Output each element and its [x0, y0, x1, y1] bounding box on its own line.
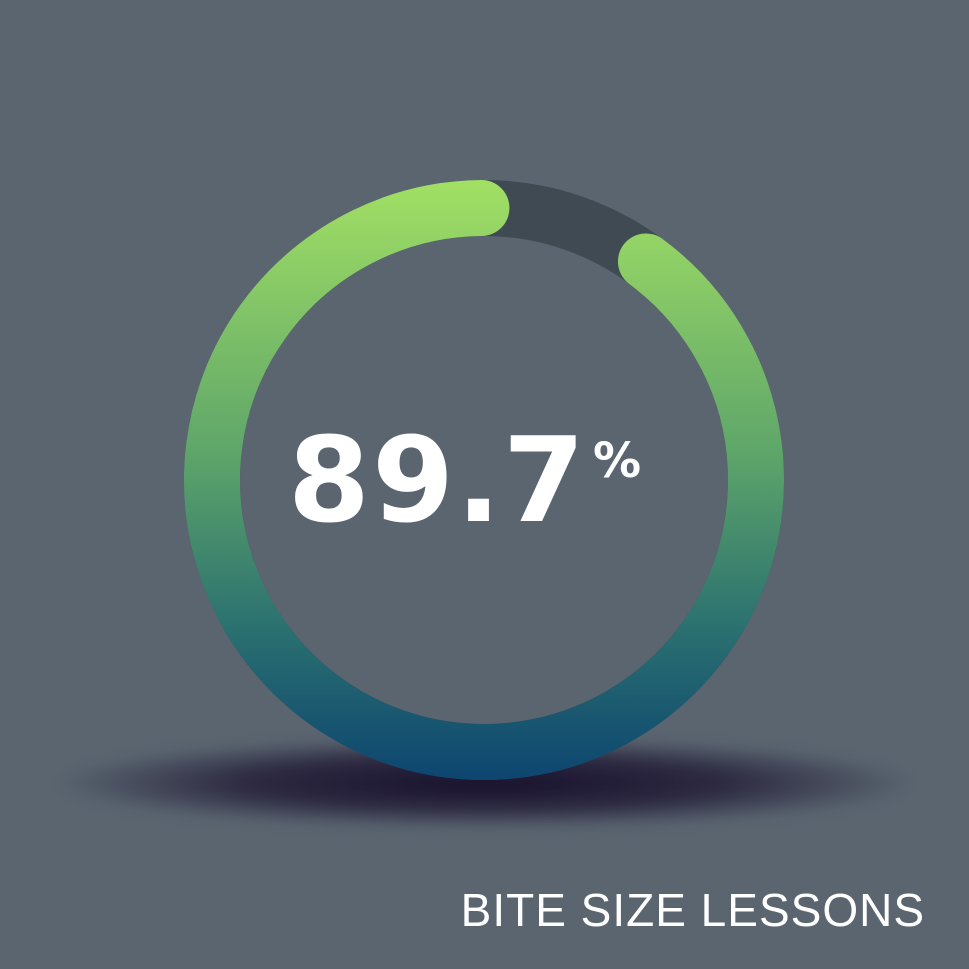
percentage-value: 89.7	[287, 411, 588, 549]
percentage-display: 89.7 %	[0, 405, 969, 555]
percentage-sign: %	[593, 433, 642, 489]
infographic-canvas: 89.7 % BITE SIZE LESSONS	[0, 0, 969, 969]
brand-label: BITE SIZE LESSONS	[460, 884, 925, 936]
